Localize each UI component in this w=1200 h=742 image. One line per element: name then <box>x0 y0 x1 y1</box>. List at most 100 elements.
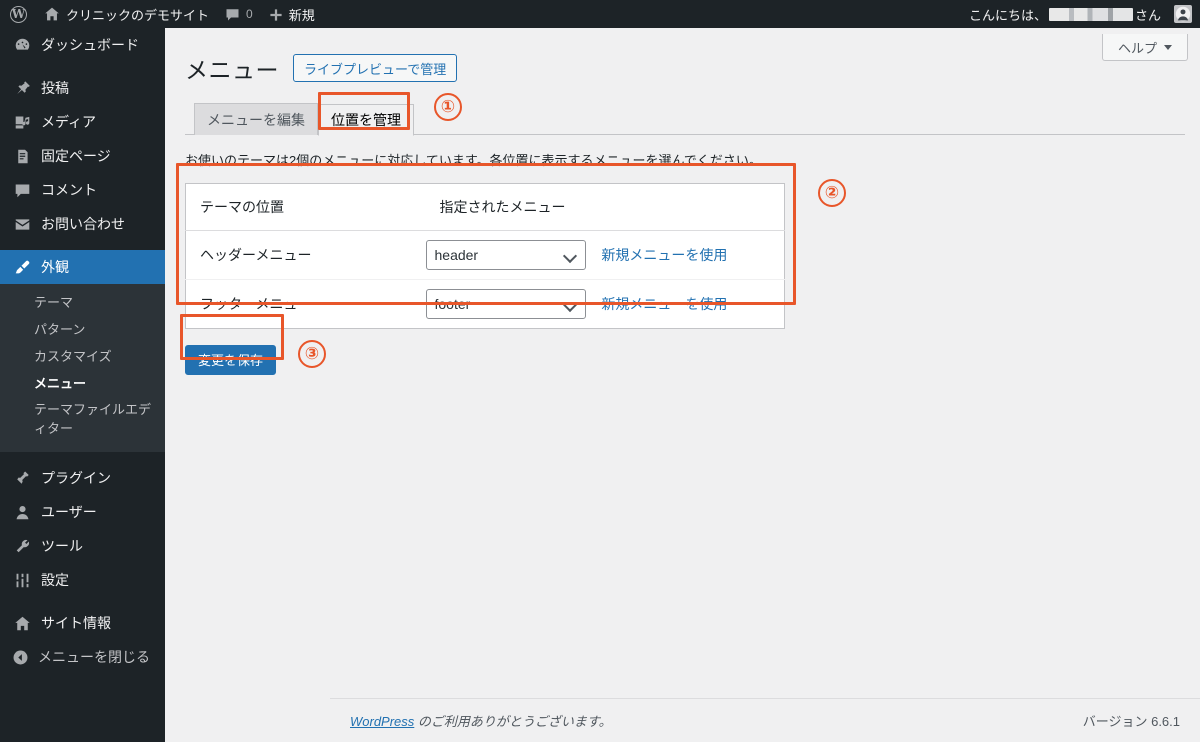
table-row: フッターメニュー footer 新規メニューを使用 <box>185 278 785 329</box>
table-header-row: テーマの位置 指定されたメニュー <box>185 183 785 231</box>
save-changes-button[interactable]: 変更を保存 <box>185 344 277 375</box>
title-row: メニュー ライブプレビューで管理 <box>185 50 1185 86</box>
theme-locations-table: テーマの位置 指定されたメニュー ヘッダーメニュー header 新規メニューを… <box>185 182 785 329</box>
collapse-menu-label: メニューを閉じる <box>38 649 150 666</box>
footer-thanks-text: のご利用ありがとうございます。 <box>414 714 612 729</box>
sidebar-item-comments[interactable]: コメント <box>0 173 165 207</box>
sidebar-item-media[interactable]: メディア <box>0 105 165 139</box>
admin-screen: W クリニックのデモサイト 0 新規 こんにちは、 さん ダッシュボード 投稿 … <box>0 0 1200 742</box>
sidebar-item-tools[interactable]: ツール <box>0 529 165 563</box>
sidebar-item-dashboard[interactable]: ダッシュボード <box>0 28 165 62</box>
dashboard-icon <box>12 37 32 54</box>
user-icon <box>12 504 32 521</box>
sidebar-item-label: 固定ページ <box>41 148 111 164</box>
table-body: ヘッダーメニュー header 新規メニューを使用 フッターメニュー foote… <box>185 230 785 329</box>
new-content-label: 新規 <box>288 7 315 23</box>
sidebar-item-label: ツール <box>41 538 83 555</box>
mail-icon <box>12 216 32 233</box>
comment-count: 0 <box>246 7 253 21</box>
home-icon <box>44 6 60 23</box>
sidebar-item-appearance[interactable]: 外観 <box>0 250 173 284</box>
sidebar-subitem-menus[interactable]: メニュー <box>0 371 165 398</box>
header-assigned-menu: 指定されたメニュー <box>425 183 785 231</box>
appearance-brush-icon <box>12 259 32 276</box>
sidebar-item-label: メディア <box>41 114 97 130</box>
sidebar-item-label: 外観 <box>41 259 69 275</box>
collapse-menu-button[interactable]: メニューを閉じる <box>0 640 165 674</box>
assigned-menu-cell: header 新規メニューを使用 <box>425 230 785 279</box>
sidebar-item-label: ダッシュボード <box>41 37 139 53</box>
wordpress-link[interactable]: WordPress <box>350 714 414 729</box>
wrench-icon <box>12 538 32 555</box>
sidebar-item-label: サイト情報 <box>41 615 111 632</box>
comment-bubble-icon <box>225 6 240 22</box>
sidebar-subitem-themes[interactable]: テーマ <box>0 290 165 317</box>
annotation-marker-1: ① <box>434 93 462 121</box>
plugin-icon <box>12 470 32 487</box>
redacted-username <box>1048 7 1133 21</box>
page-wrap: メニュー ライブプレビューで管理 メニューを編集 位置を管理 お使いのテーマは2個… <box>185 50 1185 375</box>
wordpress-logo-icon: W <box>10 5 27 23</box>
sidebar-subitem-customize[interactable]: カスタマイズ <box>0 344 165 371</box>
admin-bar: W クリニックのデモサイト 0 新規 こんにちは、 さん <box>0 0 1200 28</box>
menu-select-footer[interactable]: footer <box>425 288 586 319</box>
location-name-header-menu: ヘッダーメニュー <box>200 246 312 263</box>
sidebar-item-users[interactable]: ユーザー <box>0 495 165 529</box>
footer-thanks: WordPress のご利用ありがとうございます。 <box>350 711 1083 730</box>
main-content: ヘルプ メニュー ライブプレビューで管理 メニューを編集 位置を管理 お使いのテー… <box>165 28 1200 742</box>
use-new-menu-link-footer[interactable]: 新規メニューを使用 <box>601 296 727 312</box>
nav-tab-wrapper: メニューを編集 位置を管理 <box>185 102 1185 136</box>
media-icon <box>12 114 32 131</box>
table-row: ヘッダーメニュー header 新規メニューを使用 <box>186 230 785 279</box>
home-info-icon <box>12 615 32 632</box>
sidebar-item-posts[interactable]: 投稿 <box>0 71 165 105</box>
annotation-marker-2: ② <box>818 179 846 207</box>
assigned-menu-cell: footer 新規メニューを使用 <box>425 278 785 329</box>
tab-edit-menus[interactable]: メニューを編集 <box>194 103 318 135</box>
comment-icon <box>12 182 32 199</box>
annotation-marker-3: ③ <box>298 340 326 368</box>
manage-with-live-preview-button[interactable]: ライブプレビューで管理 <box>293 54 458 82</box>
my-account-menu[interactable]: こんにちは、 さん <box>961 0 1200 28</box>
page-title: メニュー <box>185 57 279 83</box>
greeting: こんにちは、 さん <box>969 5 1161 24</box>
sidebar-item-label: コメント <box>41 182 97 198</box>
sidebar-item-label: お問い合わせ <box>41 216 125 232</box>
settings-sliders-icon <box>12 572 32 589</box>
sidebar-item-plugins[interactable]: プラグイン <box>0 461 165 495</box>
location-name-footer-menu: フッターメニュー <box>185 278 426 329</box>
select-wrapper: header <box>425 239 586 270</box>
comments-menu[interactable]: 0 <box>217 0 261 28</box>
admin-footer: WordPress のご利用ありがとうございます。 バージョン 6.6.1 <box>330 698 1200 742</box>
sidebar-item-pages[interactable]: 固定ページ <box>0 139 165 173</box>
sidebar-subitem-theme-file-editor[interactable]: テーマファイルエディター <box>0 397 165 443</box>
tab-manage-locations[interactable]: 位置を管理 <box>318 103 414 136</box>
sidebar-item-site-info[interactable]: サイト情報 <box>0 606 165 640</box>
avatar <box>1174 5 1192 23</box>
site-name-menu[interactable]: クリニックのデモサイト <box>36 0 217 28</box>
sidebar-subitem-patterns[interactable]: パターン <box>0 317 165 344</box>
sidebar-item-contact[interactable]: お問い合わせ <box>0 207 165 241</box>
admin-sidebar: ダッシュボード 投稿 メディア 固定ページ コメント お問い合わせ 外観 テーマ… <box>0 28 173 742</box>
greeting-prefix: こんにちは、 <box>968 7 1047 23</box>
sidebar-item-label: 設定 <box>41 572 69 589</box>
submit-row: 変更を保存 <box>185 344 1185 375</box>
new-content-menu[interactable]: 新規 <box>261 0 323 28</box>
sidebar-item-label: 投稿 <box>41 80 69 96</box>
pin-icon <box>12 80 32 97</box>
use-new-menu-link-header[interactable]: 新規メニューを使用 <box>601 247 727 263</box>
page-description: お使いのテーマは2個のメニューに対応しています。各位置に表示するメニューを選んで… <box>185 153 762 168</box>
site-name-label: クリニックのデモサイト <box>66 7 210 23</box>
page-icon <box>12 148 32 165</box>
chevron-down-icon <box>1164 44 1172 50</box>
plus-icon <box>269 6 283 22</box>
wordpress-logo-menu[interactable]: W <box>0 0 36 28</box>
sidebar-item-settings[interactable]: 設定 <box>0 563 165 597</box>
sidebar-item-label: プラグイン <box>41 470 111 487</box>
select-wrapper: footer <box>425 288 586 319</box>
menu-select-header[interactable]: header <box>425 239 586 270</box>
sidebar-item-label: ユーザー <box>41 504 97 521</box>
header-theme-location: テーマの位置 <box>185 183 426 231</box>
footer-version: バージョン 6.6.1 <box>1082 714 1180 729</box>
collapse-arrow-icon <box>12 648 29 666</box>
